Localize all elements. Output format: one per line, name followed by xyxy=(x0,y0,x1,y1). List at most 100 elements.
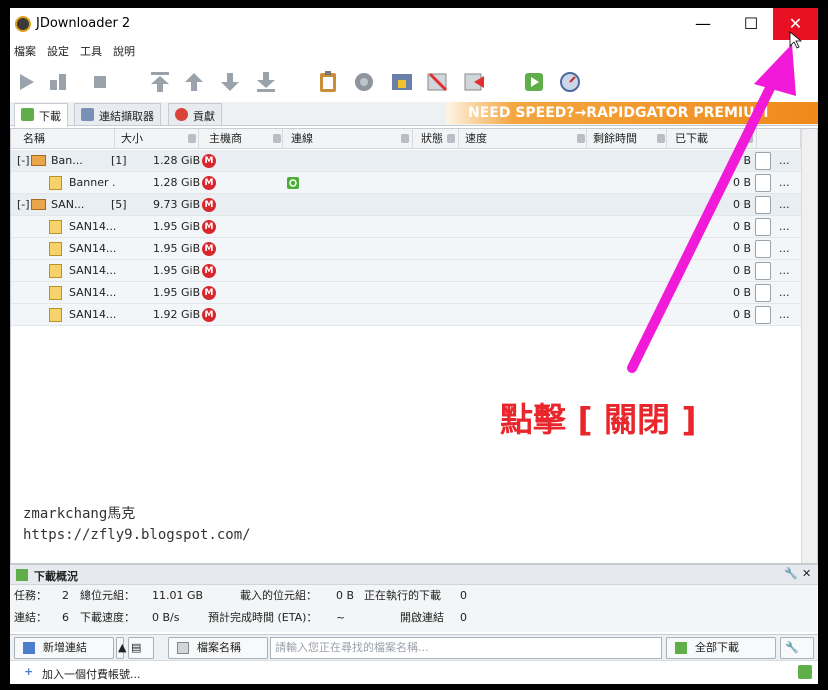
search-input[interactable]: 請輸入您正在尋找的檔案名稱... xyxy=(270,637,662,659)
col-downloaded[interactable]: 已下載 xyxy=(667,129,757,149)
row-checkbox[interactable] xyxy=(755,218,771,236)
row-more[interactable]: ... xyxy=(779,172,790,194)
menu-settings[interactable]: 設定 xyxy=(43,40,76,59)
file-size: 1.95 GiB xyxy=(153,242,201,255)
clipboard-monitor-icon[interactable] xyxy=(316,70,340,94)
row-checkbox[interactable] xyxy=(755,306,771,324)
start-downloads-icon[interactable] xyxy=(14,70,38,94)
file-row[interactable]: SAN14... 1.95 GiB M 0 B ... xyxy=(11,216,801,238)
archive-file-icon xyxy=(49,220,62,234)
close-button[interactable]: ✕ xyxy=(773,8,818,40)
row-more[interactable]: ... xyxy=(779,260,790,282)
col-size[interactable]: 大小 xyxy=(115,129,199,149)
disable-autostart-icon[interactable] xyxy=(426,70,450,94)
row-checkbox[interactable] xyxy=(755,174,771,192)
stop-downloads-icon[interactable] xyxy=(88,70,112,94)
row-checkbox[interactable] xyxy=(755,262,771,280)
file-name: SAN14... xyxy=(69,220,117,233)
tab-linkgrabber[interactable]: 連結擷取器 xyxy=(74,103,161,125)
menu-help[interactable]: 說明 xyxy=(109,40,142,59)
close-panel-icon[interactable]: ✕ xyxy=(802,567,811,580)
col-name[interactable]: 名稱 xyxy=(11,129,115,149)
tab-downloads-label: 下載 xyxy=(39,110,61,123)
col-extra[interactable] xyxy=(757,129,801,149)
file-row[interactable]: SAN14... 1.95 GiB M 0 B ... xyxy=(11,238,801,260)
mega-host-icon: M xyxy=(202,242,216,256)
col-host[interactable]: 主機商 xyxy=(199,129,283,149)
main-tabs: 下載 連結擷取器 貢獻 NEED SPEED?→RAPIDGATOR PREMI… xyxy=(10,102,818,127)
lock-icon xyxy=(745,134,753,143)
row-more[interactable]: ... xyxy=(779,238,790,260)
move-to-top-icon[interactable] xyxy=(148,70,172,94)
filename-filter-button[interactable]: 檔案名稱 xyxy=(168,637,268,659)
row-more[interactable]: ... xyxy=(779,216,790,238)
filename-filter-label: 檔案名稱 xyxy=(197,641,241,654)
wrench-icon[interactable]: 🔧 xyxy=(784,567,798,580)
package-icon[interactable]: ▤ xyxy=(128,637,154,659)
file-size: 1.95 GiB xyxy=(153,220,201,233)
package-loaded: 0 B xyxy=(733,154,752,167)
tab-donate[interactable]: 貢獻 xyxy=(168,103,222,125)
maximize-button[interactable]: ☐ xyxy=(728,8,774,40)
move-down-icon[interactable] xyxy=(218,70,242,94)
menu-tools[interactable]: 工具 xyxy=(76,40,109,59)
speed-meter-icon[interactable] xyxy=(558,70,582,94)
package-row[interactable]: [-] SAN... [5] 9.73 GiB M 0 B ... xyxy=(11,194,801,216)
add-premium-account-link[interactable]: 加入一個付費帳號... xyxy=(42,666,141,682)
add-links-dropdown-icon[interactable]: ▲ xyxy=(116,637,126,659)
download-all-button[interactable]: 全部下載 xyxy=(666,637,776,659)
row-more[interactable]: ... xyxy=(779,282,790,304)
reconnect-icon[interactable] xyxy=(352,70,376,94)
row-checkbox[interactable] xyxy=(755,284,771,302)
annotation-label: 點擊 [ 關閉 ] xyxy=(500,400,697,439)
watermark-url: https://zfly9.blogspot.com/ xyxy=(23,527,251,543)
move-up-icon[interactable] xyxy=(182,70,206,94)
file-row[interactable]: SAN14... 1.95 GiB M 0 B ... xyxy=(11,282,801,304)
package-row[interactable]: [-] Ban... [1] 1.28 GiB M 0 B ... xyxy=(11,150,801,172)
row-more[interactable]: ... xyxy=(779,194,790,216)
settings-tools-icon[interactable]: 🔧 xyxy=(780,637,814,659)
pause-downloads-icon[interactable] xyxy=(46,70,70,94)
mega-host-icon: M xyxy=(202,286,216,300)
col-remaining[interactable]: 剩餘時間 xyxy=(587,129,667,149)
row-more[interactable]: ... xyxy=(779,150,790,172)
add-links-button[interactable]: 新增連結 xyxy=(14,637,114,659)
expand-toggle[interactable]: [-] xyxy=(17,194,30,216)
file-size: 1.95 GiB xyxy=(153,264,201,277)
expand-toggle[interactable]: [-] xyxy=(17,150,30,172)
file-name: SAN14... xyxy=(69,286,117,299)
download-arrow-icon xyxy=(21,108,34,121)
archive-file-icon xyxy=(49,286,62,300)
menu-file[interactable]: 檔案 xyxy=(10,40,43,59)
row-more[interactable]: ... xyxy=(779,304,790,326)
row-checkbox[interactable] xyxy=(755,196,771,214)
download-speed-value: 0 B/s xyxy=(152,611,180,624)
file-name: Banner . xyxy=(69,176,116,189)
table-header: 名稱 大小 主機商 連線 狀態 速度 剩餘時間 已下載 ⚙ xyxy=(11,129,817,149)
package-count: [1] xyxy=(111,154,127,167)
lock-icon xyxy=(447,134,455,143)
bottom-toolbar: 新增連結 ▲ ▤ 檔案名稱 請輸入您正在尋找的檔案名稱... 全部下載 🔧 xyxy=(10,634,818,660)
rapidgator-promo-banner[interactable]: NEED SPEED?→RAPIDGATOR PREMIUM xyxy=(446,102,818,124)
premium-lock-icon[interactable] xyxy=(390,70,414,94)
col-connection[interactable]: 連線 xyxy=(283,129,413,149)
move-to-bottom-icon[interactable] xyxy=(254,70,278,94)
row-checkbox[interactable] xyxy=(755,152,771,170)
update-icon[interactable] xyxy=(522,70,546,94)
remove-finished-icon[interactable] xyxy=(462,70,486,94)
tab-linkgrabber-label: 連結擷取器 xyxy=(99,110,154,123)
col-speed[interactable]: 速度 xyxy=(459,129,587,149)
file-row[interactable]: SAN14... 1.95 GiB M 0 B ... xyxy=(11,260,801,282)
lock-icon xyxy=(273,134,281,143)
row-checkbox[interactable] xyxy=(755,240,771,258)
file-size: 1.95 GiB xyxy=(153,286,201,299)
file-row[interactable]: SAN14... 1.92 GiB M 0 B ... xyxy=(11,304,801,326)
tray-status-icon[interactable] xyxy=(798,665,812,679)
package-name: SAN... xyxy=(51,198,85,211)
open-links-value: 0 xyxy=(460,611,467,624)
minimize-button[interactable]: — xyxy=(680,8,726,40)
file-icon xyxy=(177,642,189,654)
vertical-scrollbar[interactable] xyxy=(801,129,817,563)
tab-downloads[interactable]: 下載 xyxy=(14,103,68,127)
file-row[interactable]: Banner . 1.28 GiB M 0 B ... xyxy=(11,172,801,194)
